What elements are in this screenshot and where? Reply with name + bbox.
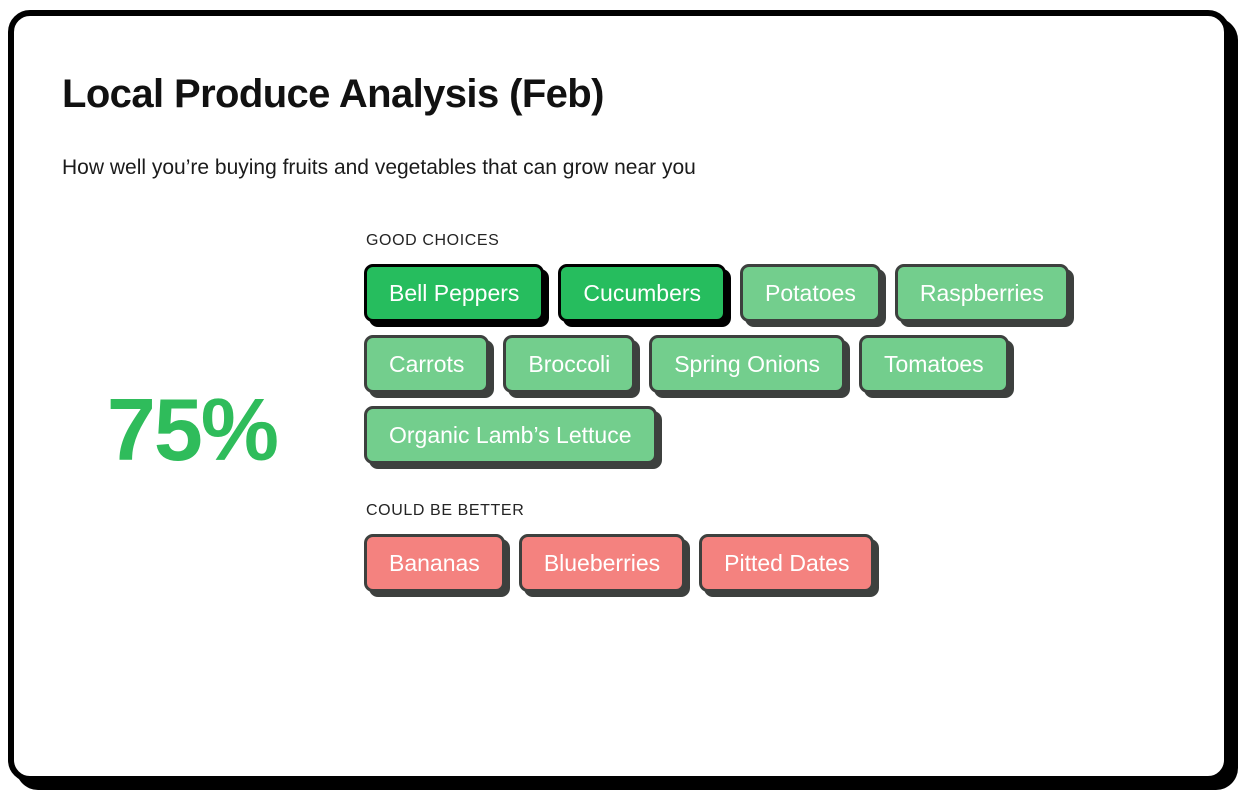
report-card: Local Produce Analysis (Feb) How well yo… bbox=[8, 10, 1230, 782]
produce-chip[interactable]: Bananas bbox=[364, 534, 505, 592]
produce-chip[interactable]: Broccoli bbox=[503, 335, 636, 393]
produce-chip[interactable]: Raspberries bbox=[894, 264, 1069, 322]
produce-chip[interactable]: Pitted Dates bbox=[699, 534, 875, 592]
produce-chip[interactable]: Organic Lamb’s Lettuce bbox=[364, 406, 657, 464]
produce-chip[interactable]: Tomatoes bbox=[858, 335, 1009, 393]
produce-chip[interactable]: Carrots bbox=[364, 335, 490, 393]
page-title: Local Produce Analysis (Feb) bbox=[62, 72, 604, 116]
chip-row: Carrots Broccoli Spring Onions Tomatoes bbox=[364, 335, 1194, 393]
produce-chip[interactable]: Cucumbers bbox=[558, 264, 727, 322]
chip-rows: Bell Peppers Cucumbers Potatoes Raspberries… bbox=[364, 264, 1194, 464]
produce-chip[interactable]: Potatoes bbox=[740, 264, 881, 322]
section-label: COULD BE BETTER bbox=[366, 502, 525, 519]
section-label: GOOD CHOICES bbox=[366, 232, 500, 249]
chip-rows: Bananas Blueberries Pitted Dates bbox=[364, 534, 1194, 592]
produce-chip[interactable]: Bell Peppers bbox=[364, 264, 545, 322]
chip-row: Bananas Blueberries Pitted Dates bbox=[364, 534, 1194, 592]
app-root: Local Produce Analysis (Feb) How well yo… bbox=[0, 0, 1248, 804]
card-content: Local Produce Analysis (Feb) How well yo… bbox=[14, 16, 1224, 776]
produce-chip[interactable]: Spring Onions bbox=[649, 335, 845, 393]
score-percentage: 75% bbox=[106, 380, 279, 479]
page-subtitle: How well you’re buying fruits and vegeta… bbox=[62, 156, 696, 179]
produce-section: GOOD CHOICES Bell Peppers Cucumbers Potatoe… bbox=[364, 232, 1194, 464]
produce-section: COULD BE BETTER Bananas Blueberries Pitted … bbox=[364, 502, 1194, 592]
chip-row: Bell Peppers Cucumbers Potatoes Raspberries bbox=[364, 264, 1194, 322]
produce-panel: GOOD CHOICES Bell Peppers Cucumbers Potatoe… bbox=[364, 232, 1194, 592]
produce-chip[interactable]: Blueberries bbox=[518, 534, 686, 592]
chip-row: Organic Lamb’s Lettuce bbox=[364, 406, 1194, 464]
